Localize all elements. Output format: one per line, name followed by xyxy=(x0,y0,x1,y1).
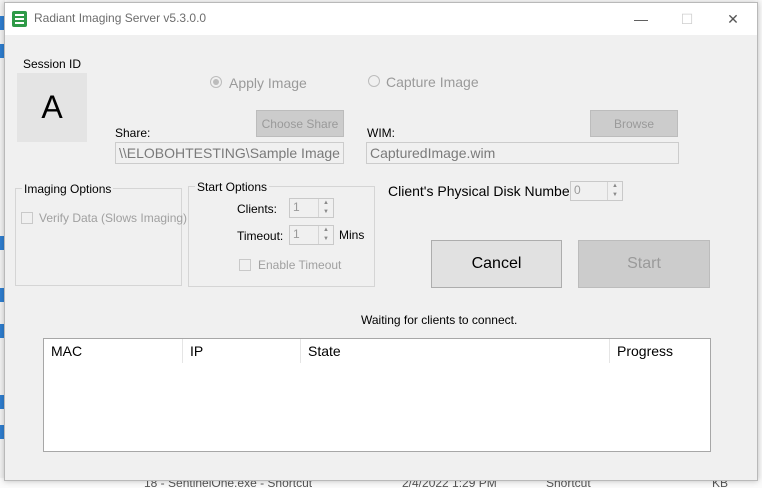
spin-down-icon[interactable]: ▼ xyxy=(319,235,333,244)
share-path-field[interactable]: \\ELOBOHTESTING\Sample Image xyxy=(115,142,344,164)
clients-value: 1 xyxy=(293,200,300,214)
clients-list[interactable]: MAC IP State Progress xyxy=(43,338,711,452)
wim-file-field[interactable]: CapturedImage.wim xyxy=(366,142,679,164)
window-title: Radiant Imaging Server v5.3.0.0 xyxy=(34,11,207,25)
timeout-unit-label: Mins xyxy=(339,228,365,242)
timeout-value: 1 xyxy=(293,227,300,241)
clients-spinner[interactable]: 1 ▲ ▼ xyxy=(289,198,334,218)
timeout-label: Timeout: xyxy=(237,229,284,243)
column-header-state[interactable]: State xyxy=(301,339,610,363)
close-button[interactable]: ✕ xyxy=(710,3,756,35)
spin-down-icon[interactable]: ▼ xyxy=(608,191,622,200)
verify-data-checkbox[interactable] xyxy=(21,212,33,224)
wim-label: WIM: xyxy=(367,126,395,140)
apply-image-label[interactable]: Apply Image xyxy=(229,75,307,91)
timeout-spinner-arrows[interactable]: ▲ ▼ xyxy=(318,226,333,244)
start-button[interactable]: Start xyxy=(578,240,710,288)
disk-number-value: 0 xyxy=(574,183,581,197)
column-header-progress[interactable]: Progress xyxy=(610,339,710,363)
share-label: Share: xyxy=(115,126,151,140)
clients-label: Clients: xyxy=(237,202,278,216)
start-options-title: Start Options xyxy=(195,180,270,194)
disk-number-label: Client's Physical Disk Number xyxy=(388,183,575,199)
timeout-spinner[interactable]: 1 ▲ ▼ xyxy=(289,225,334,245)
enable-timeout-label[interactable]: Enable Timeout xyxy=(258,258,341,272)
capture-image-radio[interactable] xyxy=(368,75,380,87)
imaging-server-window: Radiant Imaging Server v5.3.0.0 — ☐ ✕ Se… xyxy=(4,2,758,481)
spin-down-icon[interactable]: ▼ xyxy=(319,208,333,217)
column-header-mac[interactable]: MAC xyxy=(44,339,183,363)
enable-timeout-checkbox[interactable] xyxy=(239,259,251,271)
imaging-options-title: Imaging Options xyxy=(22,182,114,196)
minimize-icon: — xyxy=(634,11,648,27)
close-icon: ✕ xyxy=(727,10,739,27)
column-header-ip[interactable]: IP xyxy=(183,339,301,363)
verify-data-label[interactable]: Verify Data (Slows Imaging) xyxy=(39,211,187,225)
title-bar: Radiant Imaging Server v5.3.0.0 — ☐ ✕ xyxy=(5,3,757,35)
session-id-value: A xyxy=(17,73,87,142)
choose-share-button[interactable]: Choose Share xyxy=(256,110,344,137)
browse-button[interactable]: Browse xyxy=(590,110,678,137)
disk-number-spinner-arrows[interactable]: ▲ ▼ xyxy=(607,182,622,200)
minimize-button[interactable]: — xyxy=(618,3,664,35)
disk-number-spinner[interactable]: 0 ▲ ▼ xyxy=(570,181,623,201)
status-text: Waiting for clients to connect. xyxy=(361,313,518,327)
apply-image-radio[interactable] xyxy=(210,76,222,88)
cancel-button[interactable]: Cancel xyxy=(431,240,562,288)
capture-image-label[interactable]: Capture Image xyxy=(386,74,479,90)
maximize-button[interactable]: ☐ xyxy=(664,3,710,35)
imaging-options-group xyxy=(15,188,182,286)
clients-spinner-arrows[interactable]: ▲ ▼ xyxy=(318,199,333,217)
maximize-icon: ☐ xyxy=(680,10,694,27)
session-id-label: Session ID xyxy=(23,57,82,71)
app-icon xyxy=(12,11,27,27)
